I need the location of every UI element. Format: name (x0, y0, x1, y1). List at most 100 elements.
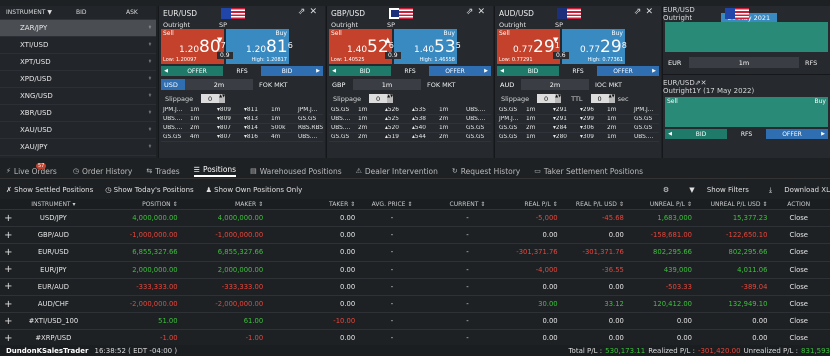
chevron-left-icon[interactable]: ◀ (497, 66, 507, 76)
currency-toggle[interactable]: GBP (329, 79, 353, 90)
expand-icon[interactable]: + (0, 281, 17, 292)
col-unreal-pl[interactable]: UNREAL P/L ⇕ (624, 201, 692, 208)
ladder-row[interactable]: UBS.... 1m ▴525 ▴538 2m UBS.... (329, 115, 491, 124)
tab-request-history[interactable]: ↻ Request History (452, 167, 520, 176)
tenor-label[interactable]: SP (387, 21, 395, 29)
rfs-button[interactable]: RFS (223, 68, 261, 75)
rfs-button[interactable]: RFS (727, 131, 766, 138)
slippage-input[interactable]: 0 (537, 94, 556, 103)
ladder-row[interactable]: UBS.... 2m ▴520 ▴540 1m GS.GS (329, 124, 491, 133)
instrument-row[interactable]: XAU/JPY ⍖ (0, 139, 156, 156)
tab-trades[interactable]: ⇆ Trades (146, 167, 179, 176)
chevron-right-icon[interactable]: ▶ (649, 66, 659, 76)
expand-icon[interactable]: + (0, 299, 17, 310)
col-current[interactable]: CURRENT ⇕ (429, 201, 506, 208)
mode-selector[interactable]: Outright (163, 21, 190, 29)
tab-warehoused-positions[interactable]: ▤ Warehoused Positions (250, 167, 342, 176)
chevron-right-icon[interactable]: ▶ (313, 66, 323, 76)
buy-price-button[interactable]: Buy 1.20816 High: 1.20817 (226, 29, 293, 64)
expand-icon[interactable]: + (0, 213, 17, 224)
expand-icon[interactable]: + (0, 247, 17, 258)
chevron-left-icon[interactable]: ◀ (329, 66, 339, 76)
show-todays-positions-toggle[interactable]: ◷ Show Today's Positions (105, 186, 193, 194)
ttl-input[interactable]: 0 (590, 94, 609, 103)
instrument-row[interactable]: XNG/USD ⍖ (0, 88, 156, 105)
close-button[interactable]: Close (767, 231, 830, 239)
col-taker[interactable]: TAKER ⇕ (263, 201, 355, 208)
instrument-row[interactable]: XTI/USD ⍖ (0, 37, 156, 54)
instrument-row[interactable]: ZAR/JPY ⍖ (0, 20, 156, 37)
offer-button[interactable]: OFFER (766, 129, 818, 139)
tile-controls[interactable]: ⇗✕ (634, 7, 657, 17)
mode-selector[interactable]: Outright (331, 21, 358, 29)
pin-icon[interactable]: ⍖ (148, 74, 152, 83)
table-row[interactable]: + USD/JPY 4,000,000.00 4,000,000.00 0.00 - - -5… (0, 210, 830, 228)
ladder-row[interactable]: GS.GS 2m ▴519 ▴544 2m GS.GS (329, 133, 491, 142)
slippage-input[interactable]: 0 (201, 94, 220, 103)
instrument-row[interactable]: XPD/USD ⍖ (0, 71, 156, 88)
chevron-left-icon[interactable]: ◀ (665, 129, 675, 139)
close-button[interactable]: Close (767, 317, 830, 325)
sell-price-button[interactable]: Sell 1.40526 Low: 1.40525 (329, 29, 394, 64)
close-button[interactable]: Close (767, 283, 830, 291)
bid-button[interactable]: BID (507, 66, 559, 76)
order-type-options[interactable]: IOC MKT (595, 81, 622, 89)
chevron-right-icon[interactable]: ▶ (818, 129, 828, 139)
currency-toggle[interactable]: USD (161, 79, 185, 90)
chevron-right-icon[interactable]: ▶ (481, 66, 491, 76)
col-maker[interactable]: MAKER ⇕ (178, 201, 263, 208)
expand-icon[interactable]: + (0, 230, 17, 241)
close-button[interactable]: Close (767, 248, 830, 256)
instrument-row[interactable]: XBR/USD ⍖ (0, 105, 156, 122)
forward-price-area[interactable]: Sell Buy (665, 97, 828, 127)
table-row[interactable]: + EUR/JPY 2,000,000.00 2,000,000.00 0.00 - - -4… (0, 262, 830, 279)
table-row[interactable]: + #XTI/USD_100 51.00 61.00 -10.00 - - 0.00 0.00 0… (0, 313, 830, 331)
amount-input[interactable]: 1m (353, 79, 421, 90)
close-button[interactable]: Close (767, 266, 830, 274)
stepper-icon[interactable]: ▲▼ (555, 93, 561, 103)
table-row[interactable]: + AUD/CHF -2,000,000.00 -2,000,000.00 0.00 - -… (0, 296, 830, 314)
pin-icon[interactable]: ⍖ (148, 40, 152, 49)
show-settled-positions-toggle[interactable]: ✗ Show Settled Positions (6, 186, 93, 194)
col-avg-price[interactable]: AVG. PRICE ⇕ (355, 201, 429, 208)
stepper-icon[interactable]: ▲▼ (219, 93, 225, 103)
show-filters-button[interactable]: ▼ Show Filters (679, 186, 749, 194)
col-instrument[interactable]: INSTRUMENT ▾ (17, 201, 91, 208)
value-date-selector[interactable]: 1Y (17 May 2022) (692, 87, 754, 95)
gear-icon[interactable]: ⚙ (663, 186, 669, 194)
offer-button[interactable]: OFFER (171, 66, 223, 76)
tab-taker-settlement-positions[interactable]: ▭ Taker Settlement Positions (534, 167, 643, 176)
tab-order-history[interactable]: ◷ Order History (73, 167, 133, 176)
tenor-label[interactable]: SP (555, 21, 563, 29)
expand-icon[interactable]: + (0, 333, 17, 344)
stepper-icon[interactable]: ▲▼ (608, 93, 615, 103)
bid-button[interactable]: BID (675, 129, 727, 139)
bid-button[interactable]: BID (339, 66, 391, 76)
close-button[interactable]: Close (767, 334, 830, 342)
download-xl-button[interactable]: ⤓ Download XL (759, 186, 830, 195)
order-type-options[interactable]: FOK MKT (427, 81, 456, 89)
buy-price-button[interactable]: Buy 1.40535 High: 1.46558 (394, 29, 461, 64)
ladder-row[interactable]: JPM.J... 1m ▾809 ▾811 1m JPM.J... (161, 106, 323, 115)
col-real-pl[interactable]: REAL P/L ⇕ (506, 201, 557, 208)
pin-icon[interactable]: ⍖ (148, 57, 152, 66)
col-position[interactable]: POSITION ⇕ (90, 201, 178, 208)
ladder-row[interactable]: GS.GS 1m ▴526 ▴535 1m UBS.... (329, 106, 491, 115)
pin-icon[interactable]: ⍖ (148, 108, 152, 117)
instrument-row[interactable]: XPT/USD ⍖ (0, 54, 156, 71)
tile-controls[interactable]: ⇗✕ (695, 79, 707, 87)
amount-input[interactable]: 2m (185, 79, 253, 90)
offer-button[interactable]: OFFER (597, 66, 649, 76)
rfs-button[interactable]: RFS (805, 59, 817, 67)
pin-icon[interactable]: ⍖ (148, 23, 152, 32)
col-real-pl-usd[interactable]: REAL P/L USD ⇕ (558, 201, 624, 208)
table-row[interactable]: + EUR/AUD -333,333.00 -333,333.00 0.00 - - 0.00… (0, 279, 830, 296)
sell-price-button[interactable]: Sell 0.77291 Low: 0.77291 (497, 29, 560, 64)
pin-icon[interactable]: ⍖ (148, 91, 152, 100)
ladder-row[interactable]: GS.GS 1m ▾291 ▾296 1m JPM.J... (497, 106, 659, 115)
table-row[interactable]: + EUR/USD 6,855,327.66 6,855,327.66 0.00 - - -3… (0, 244, 830, 262)
currency-toggle[interactable]: EUR (665, 57, 689, 68)
amount-input[interactable]: 1m (689, 57, 799, 68)
offer-button[interactable]: OFFER (429, 66, 481, 76)
pin-icon[interactable]: ⍖ (148, 142, 152, 151)
